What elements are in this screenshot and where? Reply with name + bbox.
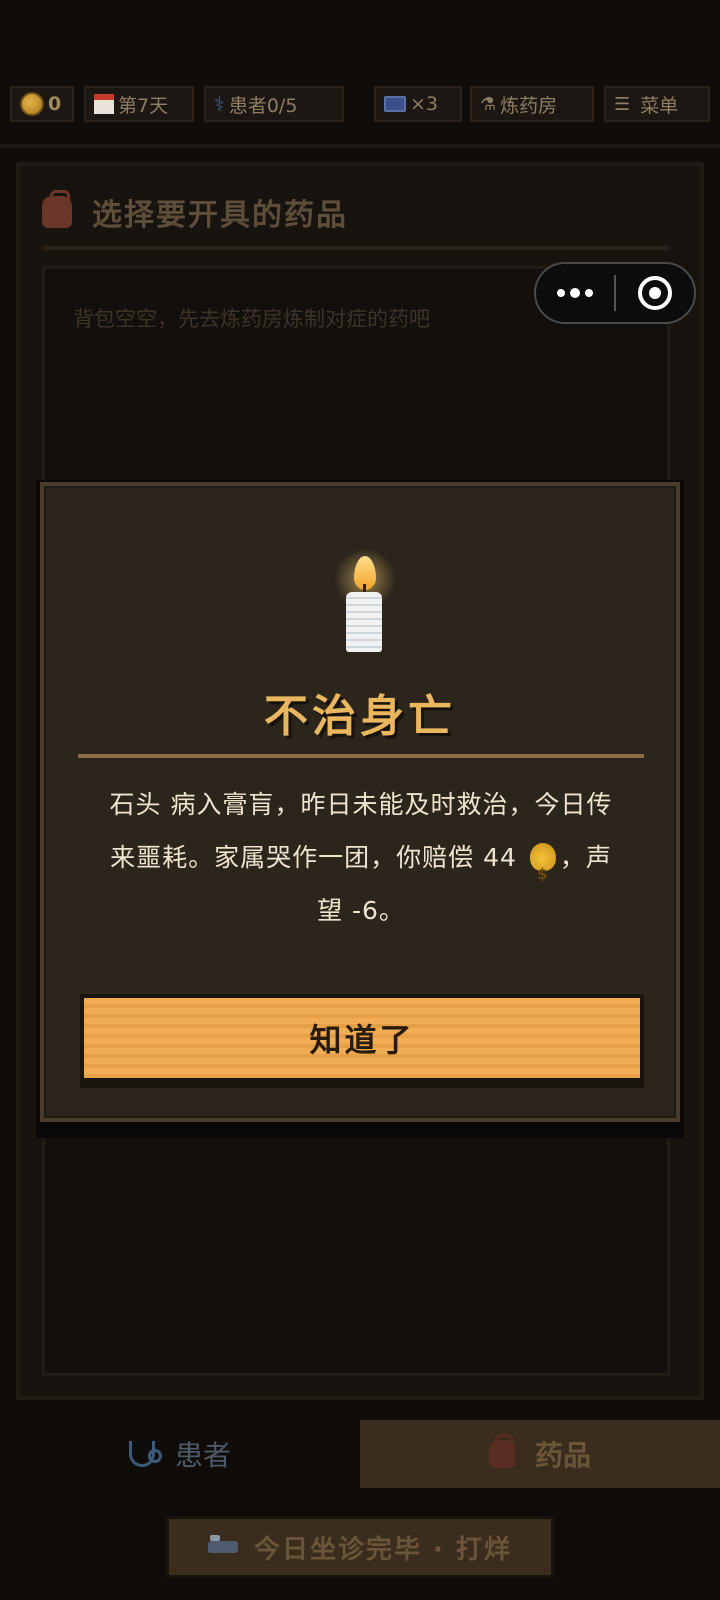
day-label: 第7天 xyxy=(118,94,169,117)
alchemy-room-button[interactable]: ⚗ 炼药房 xyxy=(470,86,594,122)
panel-header: 选择要开具的药品 xyxy=(42,190,348,234)
menu-label: 菜单 xyxy=(640,94,679,117)
end-day-button[interactable]: 今日坐诊完毕 · 打烊 xyxy=(166,1516,554,1578)
message-line-2: 来噩耗。家属哭作一团，你赔偿 44 ，声 xyxy=(78,831,644,901)
ad-multiplier-label: ×3 xyxy=(410,93,439,115)
calendar-icon xyxy=(94,94,114,114)
day-counter: 第7天 xyxy=(84,86,194,122)
money-bag-icon xyxy=(529,843,556,901)
header-divider xyxy=(0,144,720,148)
tab-patients-label: 患者 xyxy=(174,1439,231,1472)
stethoscope-icon: ⚕ xyxy=(214,92,225,116)
target-icon xyxy=(638,276,672,310)
message-line-3: 望 -6。 xyxy=(317,896,405,925)
ad-multiplier-button[interactable]: ×3 xyxy=(374,86,462,122)
death-notice-modal: 不治身亡 石头 病入膏肓，昨日未能及时救治，今日传 来噩耗。家属哭作一团，你赔偿… xyxy=(40,482,680,1122)
patient-count-label: 患者0/5 xyxy=(228,94,298,117)
tv-icon xyxy=(384,96,406,112)
coin-counter: 0 xyxy=(10,86,74,122)
more-options-button[interactable] xyxy=(536,264,614,322)
more-dots-icon xyxy=(557,289,566,297)
acknowledge-button[interactable]: 知道了 xyxy=(80,994,644,1082)
alchemy-room-label: 炼药房 xyxy=(500,94,558,117)
backpack-icon xyxy=(42,190,72,228)
message-line-1: 石头 病入膏肓，昨日未能及时救治，今日传 xyxy=(109,790,613,819)
stethoscope-icon xyxy=(128,1441,162,1467)
modal-divider xyxy=(78,754,644,758)
modal-title: 不治身亡 xyxy=(264,691,456,742)
miniprogram-capsule xyxy=(534,262,696,324)
flask-icon: ⚗ xyxy=(480,93,497,115)
menu-button[interactable]: ☰ 菜单 xyxy=(604,86,710,122)
patient-counter: ⚕ 患者0/5 xyxy=(204,86,344,122)
close-miniprogram-button[interactable] xyxy=(616,264,694,322)
tab-medicine[interactable]: 药品 xyxy=(360,1420,720,1488)
panel-divider xyxy=(42,246,670,250)
tab-medicine-label: 药品 xyxy=(534,1439,591,1472)
status-bar: 0 第7天 ⚕ 患者0/5 ×3 ⚗ 炼药房 ☰ 菜单 xyxy=(0,82,720,128)
bottom-tabs: 患者 药品 xyxy=(0,1420,720,1488)
bed-icon xyxy=(208,1535,238,1553)
panel-title: 选择要开具的药品 xyxy=(92,198,348,233)
backpack-icon xyxy=(488,1434,515,1468)
tab-patients[interactable]: 患者 xyxy=(0,1420,360,1488)
end-day-label: 今日坐诊完毕 · 打烊 xyxy=(254,1534,512,1565)
empty-inventory-hint: 背包空空，先去炼药房炼制对症的药吧 xyxy=(73,307,430,331)
coin-icon xyxy=(20,92,44,116)
modal-message: 石头 病入膏肓，昨日未能及时救治，今日传 来噩耗。家属哭作一团，你赔偿 44 ，… xyxy=(78,778,644,937)
coin-value: 0 xyxy=(48,93,62,115)
hamburger-icon: ☰ xyxy=(614,93,631,115)
